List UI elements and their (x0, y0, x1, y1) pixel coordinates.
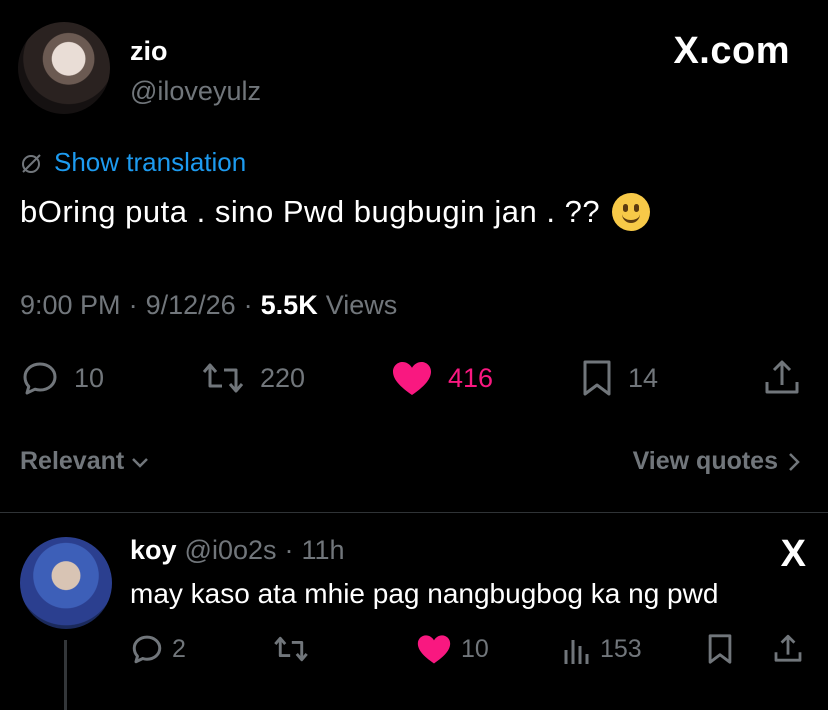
reply-icon (20, 358, 60, 398)
reply-count: 10 (74, 362, 105, 393)
repost-icon (272, 632, 310, 666)
meta-separator: · (243, 290, 253, 320)
share-button[interactable] (762, 358, 802, 398)
reply-like-button[interactable]: 10 (415, 632, 489, 666)
post-date[interactable]: 9/12/26 (146, 290, 236, 321)
bookmark-button[interactable]: 14 (580, 358, 658, 398)
post-text-content: bOring puta . sino Pwd bugbugin jan . ?? (20, 194, 601, 229)
thread-line (64, 640, 67, 710)
bookmark-icon (706, 632, 734, 666)
like-button[interactable]: 416 (390, 358, 493, 398)
reply-bookmark-button[interactable] (706, 632, 734, 666)
brand-watermark: X.com (673, 30, 790, 72)
bookmark-count: 14 (628, 362, 659, 393)
reply-share-button[interactable] (772, 632, 804, 666)
repost-icon (200, 358, 246, 398)
views-label: Views (325, 290, 398, 320)
reply-text: may kaso ata mhie pag nangbugbog ka ng p… (130, 578, 719, 609)
reply-author-avatar[interactable] (20, 537, 112, 629)
meta-separator: · (284, 535, 294, 565)
heart-filled-icon (390, 358, 434, 398)
sort-relevant-label: Relevant (20, 447, 125, 475)
divider (0, 512, 828, 513)
like-count: 416 (448, 362, 494, 393)
reply-like-count: 10 (461, 634, 489, 663)
reply-button[interactable]: 10 (20, 358, 104, 398)
author-display-name[interactable]: zio (130, 36, 168, 67)
views-count: 5.5K (260, 290, 318, 320)
reply-reply-button[interactable]: 2 (130, 632, 186, 666)
reply-repost-button[interactable] (272, 632, 310, 666)
reply-header: koy @i0o2s · 11h (130, 535, 345, 566)
repost-count: 220 (260, 362, 306, 393)
show-translation-link[interactable]: Show translation (20, 147, 246, 178)
view-quotes-label: View quotes (632, 447, 778, 475)
chevron-down-icon (130, 452, 150, 472)
translate-icon (20, 151, 44, 175)
reply-reply-count: 2 (172, 634, 186, 663)
share-icon (772, 632, 804, 666)
reply-age[interactable]: 11h (302, 535, 345, 566)
show-translation-label: Show translation (54, 147, 247, 177)
reply-views-count: 153 (600, 634, 642, 663)
slightly-smiling-face-icon (612, 193, 651, 231)
bookmark-icon (580, 358, 614, 398)
reply-author-display-name[interactable]: koy (130, 535, 177, 566)
x-logo-icon: X (780, 533, 806, 575)
author-handle[interactable]: @iloveyulz (130, 76, 261, 107)
share-icon (762, 358, 802, 398)
post-text: bOring puta . sino Pwd bugbugin jan . ?? (20, 193, 651, 231)
reply-views-button[interactable]: 153 (562, 632, 642, 666)
repost-button[interactable]: 220 (200, 358, 305, 398)
post-meta: 9:00 PM · 9/12/26 · 5.5K Views (20, 290, 397, 321)
meta-separator: · (128, 290, 138, 320)
view-quotes-link[interactable]: View quotes (633, 447, 802, 476)
reply-author-handle[interactable]: @i0o2s (185, 535, 277, 566)
author-avatar[interactable] (18, 22, 110, 114)
reply-icon (130, 632, 164, 666)
post-time[interactable]: 9:00 PM (20, 290, 121, 321)
views-chart-icon (562, 632, 592, 666)
heart-filled-icon (415, 632, 453, 666)
chevron-right-icon (786, 451, 802, 473)
sort-relevant-dropdown[interactable]: Relevant (20, 447, 150, 476)
